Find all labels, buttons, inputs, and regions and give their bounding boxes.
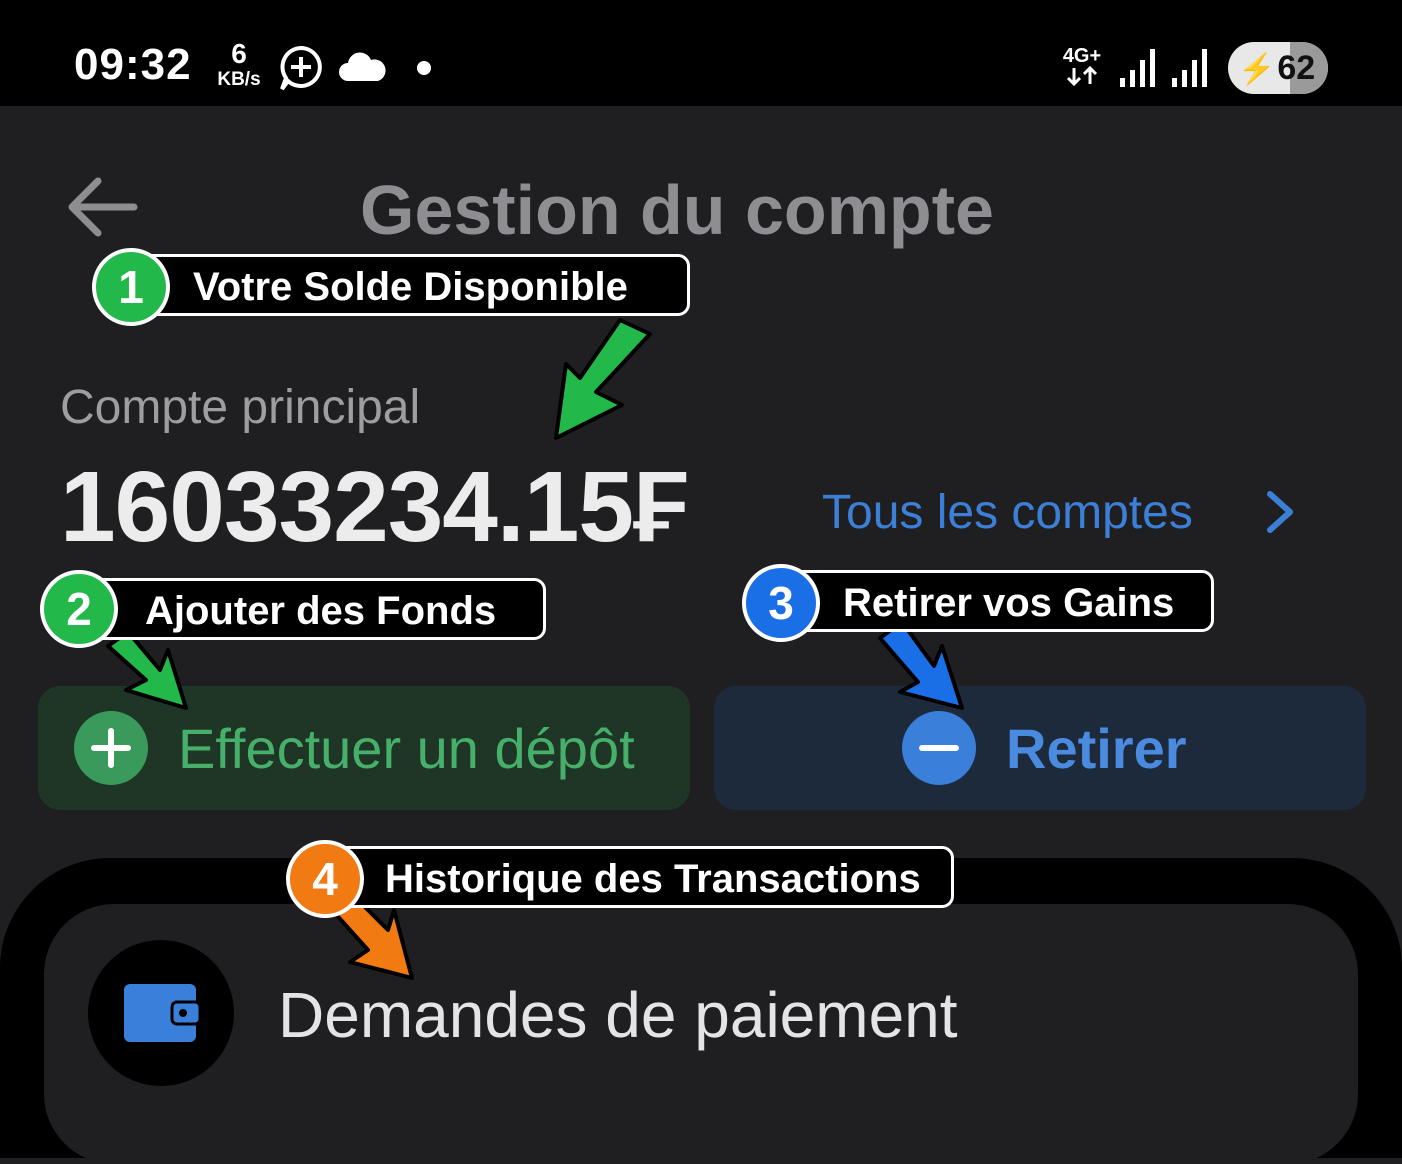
annotation-callout-3: Retirer vos Gains	[774, 570, 1214, 632]
annotation-text-1: Votre Solde Disponible	[193, 265, 628, 309]
annotation-text-3: Retirer vos Gains	[843, 581, 1175, 625]
annotation-text-2: Ajouter des Fonds	[145, 589, 497, 633]
annotation-callout-4: Historique des Transactions	[318, 846, 954, 908]
annotation-badge-3: 3	[742, 564, 820, 642]
annotation-badge-4: 4	[286, 840, 364, 918]
annotation-arrows	[106, 318, 964, 980]
annotation-callout-2: Ajouter des Fonds	[70, 578, 546, 640]
annotation-callout-1: Votre Solde Disponible	[118, 254, 690, 316]
annotation-arrow-1	[554, 318, 652, 440]
annotation-badge-1: 1	[92, 248, 170, 326]
annotation-arrow-3	[878, 620, 964, 710]
annotation-badge-2: 2	[40, 570, 118, 648]
annotation-arrow-2	[106, 630, 188, 710]
annotation-text-4: Historique des Transactions	[385, 857, 921, 901]
